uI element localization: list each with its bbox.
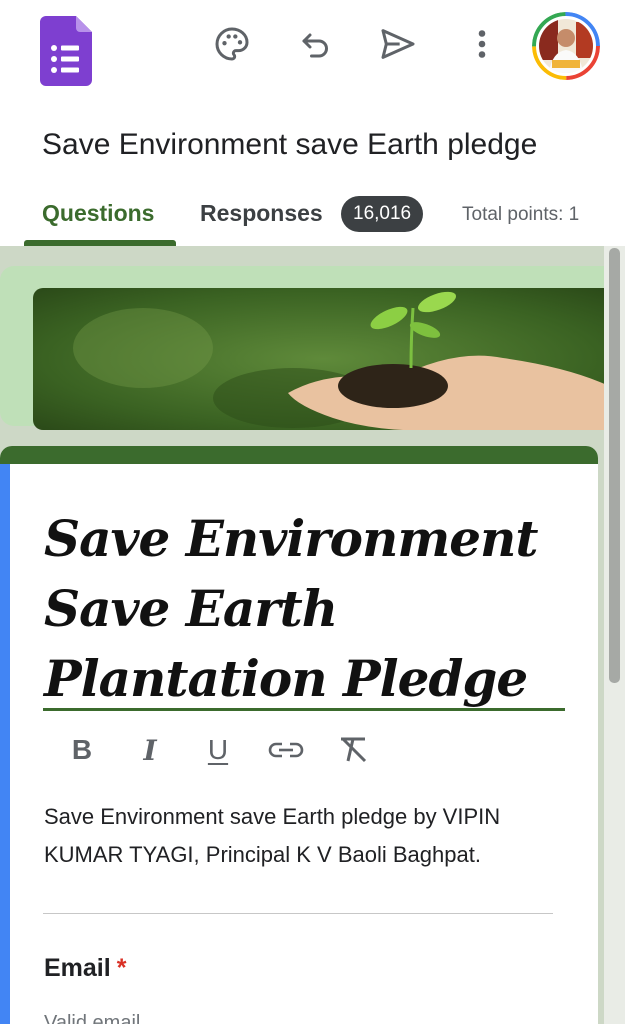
tab-bar: Questions Responses 16,016 Total points:… [0, 186, 625, 246]
form-description[interactable]: Save Environment save Earth pledge by VI… [44, 798, 544, 874]
active-card-indicator [0, 464, 10, 1024]
send-icon[interactable] [376, 22, 420, 66]
clear-formatting-icon[interactable] [334, 728, 374, 772]
header-image-card [0, 266, 604, 430]
title-card-accent [0, 446, 598, 464]
italic-button[interactable]: I [130, 728, 170, 772]
palette-icon[interactable] [210, 22, 254, 66]
form-heading-input[interactable]: Save Environment Save Earth Plantation P… [44, 504, 564, 714]
tab-responses[interactable]: Responses [200, 200, 323, 227]
google-forms-icon[interactable] [40, 16, 92, 86]
form-heading-line: Plantation Pledge [44, 649, 528, 708]
question-label: Email [44, 954, 111, 982]
form-editor-content: Save Environment Save Earth Plantation P… [0, 246, 604, 1024]
question-title[interactable]: Email * [44, 954, 126, 983]
user-avatar[interactable] [532, 12, 600, 80]
undo-icon[interactable] [294, 22, 338, 66]
tab-questions[interactable]: Questions [42, 200, 154, 227]
form-title[interactable]: Save Environment save Earth pledge [42, 128, 537, 162]
underline-button[interactable]: U [198, 728, 238, 772]
header-image[interactable] [33, 288, 604, 430]
link-icon[interactable] [266, 728, 306, 772]
scrollbar-thumb[interactable] [609, 248, 620, 683]
bold-button[interactable]: B [62, 728, 102, 772]
more-vert-icon[interactable] [460, 22, 504, 66]
form-heading-line: Save Environment [44, 509, 539, 568]
description-divider [43, 913, 553, 914]
form-title-card: Save Environment Save Earth Plantation P… [0, 446, 598, 1024]
top-app-bar [0, 0, 625, 95]
scrollbar[interactable] [604, 246, 625, 1024]
heading-input-underline [43, 708, 565, 711]
form-heading-line: Save Earth [44, 579, 338, 638]
question-hint: Valid email [44, 1012, 141, 1024]
total-points: Total points: 1 [462, 204, 580, 225]
responses-count-badge: 16,016 [341, 196, 424, 232]
required-asterisk: * [116, 954, 127, 982]
